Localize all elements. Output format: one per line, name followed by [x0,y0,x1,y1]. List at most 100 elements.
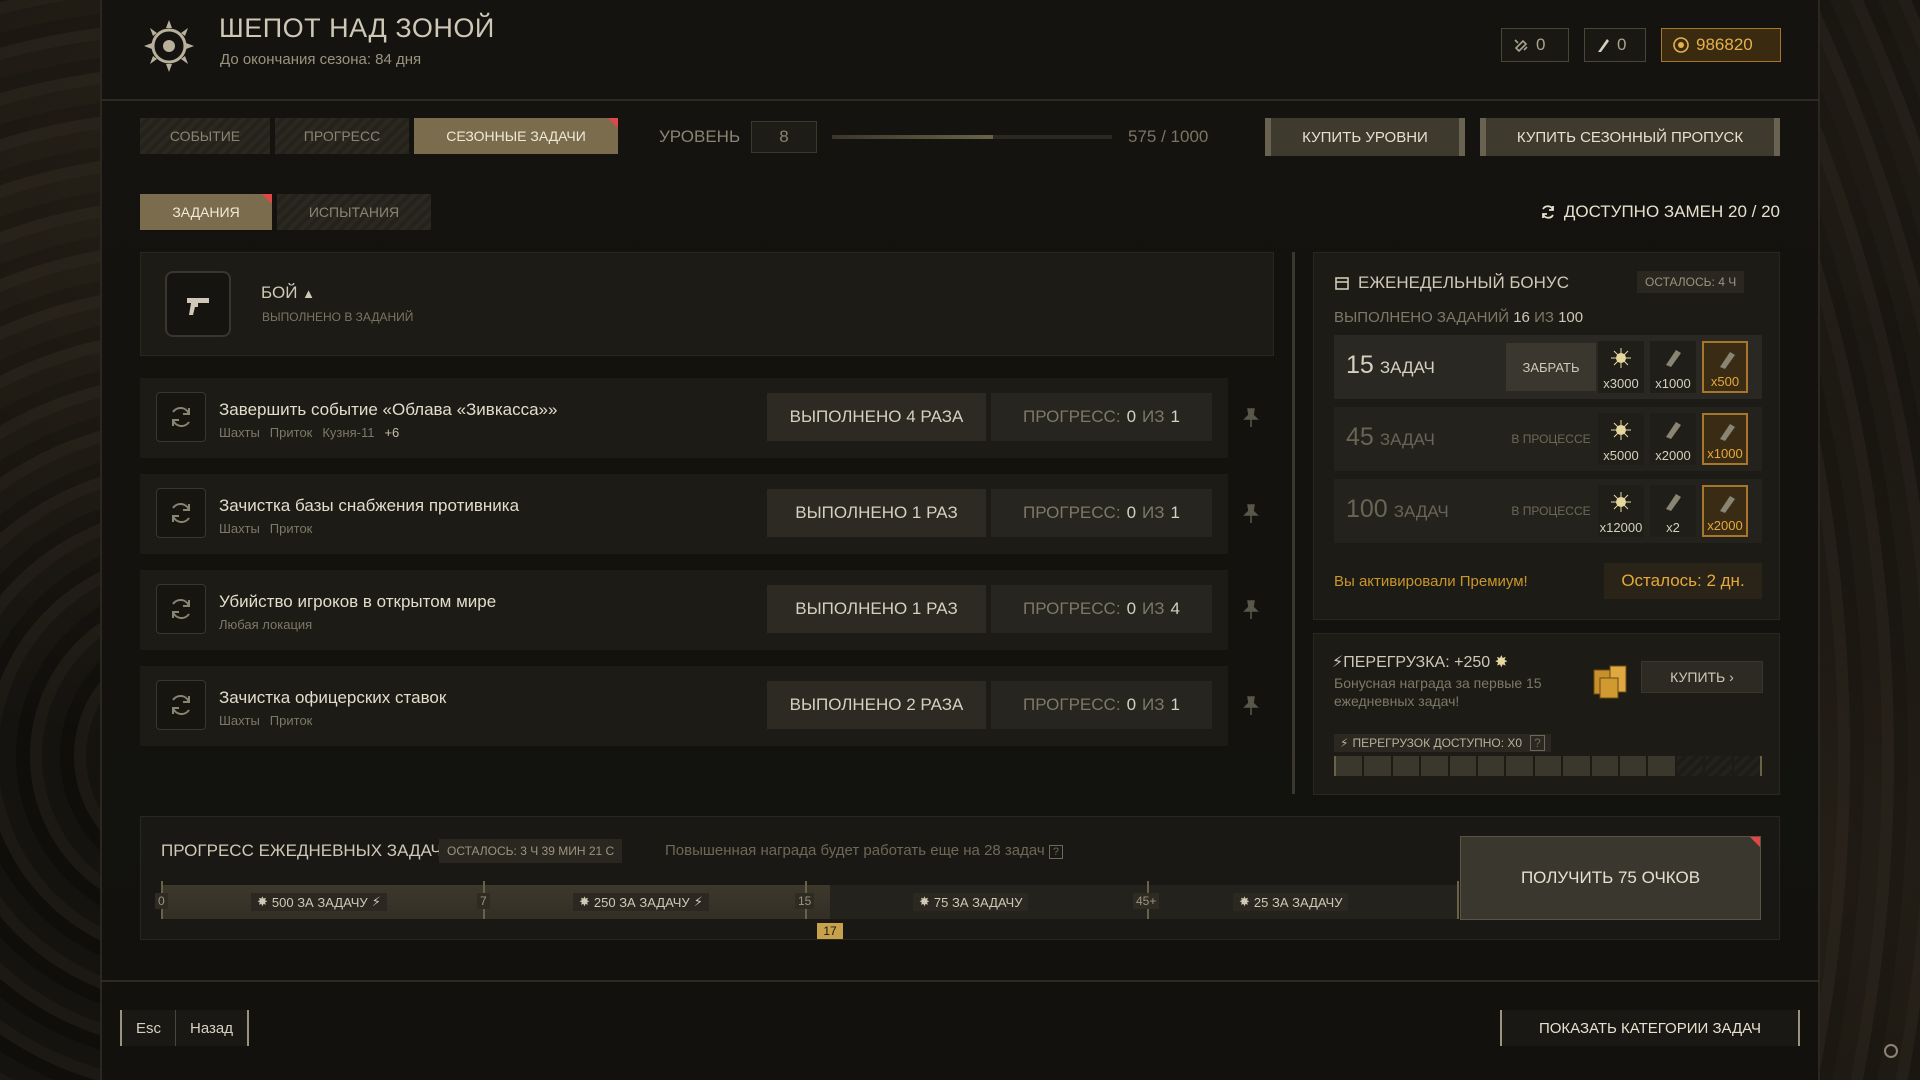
task-row[interactable]: Завершить событие «Облава «Зивкасса»» Ша… [140,378,1228,458]
category-title: БОЙ ▲ [261,283,316,302]
pin-icon[interactable] [1239,694,1263,718]
settings-icon[interactable] [1884,1044,1898,1058]
spark-reward[interactable]: x3000 [1598,341,1644,393]
milestone-0: 0 [155,893,168,909]
show-categories-button[interactable]: ПОКАЗАТЬ КАТЕГОРИИ ЗАДАЧ [1500,1010,1800,1046]
task-locations: Шахты Приток [219,521,312,536]
spark-icon: ✸ [1494,654,1508,671]
replace-task-icon[interactable] [156,488,206,538]
overload-available: ⚡ ПЕРЕГРУЗОК ДОСТУПНО: x0? [1334,734,1551,752]
feather-token-count: 0 [1617,35,1627,54]
overload-segment [1733,756,1761,776]
task-location-tag: Шахты [219,521,260,536]
refresh-icon [1541,205,1554,219]
pin-icon[interactable] [1239,502,1263,526]
token-reward[interactable]: x2 [1650,485,1696,537]
task-progress: ПРОГРЕСС: 0 ИЗ 1 [991,489,1212,537]
divider [100,99,1820,101]
overload-segment [1478,756,1505,776]
link-token-icon [1514,39,1528,53]
task-list-scrollbar[interactable] [1292,252,1295,794]
replace-task-icon[interactable] [156,680,206,730]
overload-segment [1648,756,1675,776]
new-flag [262,194,272,204]
premium-active-message: Вы активировали Премиум! [1334,573,1528,590]
token-reward[interactable]: x500 [1702,341,1748,393]
spark-reward[interactable]: x12000 [1598,485,1644,537]
task-locations: Шахты Приток [219,713,312,728]
task-location-tag: Приток [269,425,313,440]
help-icon[interactable]: ? [1048,845,1064,859]
task-location-tag: Кузня-11 [322,425,375,440]
replace-task-icon[interactable] [156,584,206,634]
overload-description: Бонусная награда за первые 15 ежедневных… [1334,675,1542,709]
subtab-tasks[interactable]: ЗАДАНИЯ [140,194,272,230]
collapse-triangle-icon[interactable]: ▲ [302,286,315,301]
overload-segment [1421,756,1448,776]
daily-note: Повышенная награда будет работать еще на… [665,842,1064,859]
task-row[interactable]: Убийство игроков в открытом мире Любая л… [140,570,1228,650]
level-label: УРОВЕНЬ [659,127,741,146]
pin-icon[interactable] [1239,598,1263,622]
overload-segment [1449,756,1477,776]
overload-segment [1392,756,1420,776]
weekly-tier: 100 ЗАДАЧ В ПРОЦЕССЕ x12000 x2 x2000 [1334,479,1762,543]
replacements-available: ДОСТУПНО ЗАМЕН 20 / 20 [1540,202,1780,222]
token-reward[interactable]: x2000 [1650,413,1696,465]
feather-token-icon [1598,39,1609,52]
tier-count: 45 ЗАДАЧ [1346,423,1435,451]
help-icon[interactable]: ? [1530,735,1545,751]
ammo-crate-icon [1593,665,1627,699]
tab-season-tasks[interactable]: СЕЗОННЫЕ ЗАДАЧИ [414,118,618,154]
tier-status: В ПРОЦЕССЕ [1511,432,1591,446]
reward-tier-250: ✸ 250 ЗА ЗАДАЧУ ⚡ [573,893,709,911]
token-reward[interactable]: x1000 [1650,341,1696,393]
currency-link-tokens: 0 [1501,28,1569,62]
new-flag [1750,837,1760,847]
tab-progress[interactable]: ПРОГРЕСС [275,118,409,154]
task-location-tag: Приток [269,521,313,536]
buy-season-pass-button[interactable]: КУПИТЬ СЕЗОННЫЙ ПРОПУСК [1480,118,1780,156]
token-reward[interactable]: x2000 [1702,485,1748,537]
weekly-tier: 15 ЗАДАЧ ЗАБРАТЬ x3000 x1000 x500 [1334,335,1762,399]
claim-points-button[interactable]: ПОЛУЧИТЬ 75 ОЧКОВ [1460,836,1761,920]
token-reward[interactable]: x1000 [1702,413,1748,465]
weekly-completed: ВЫПОЛНЕНО ЗАДАНИЙ 16 ИЗ 100 [1334,309,1584,326]
overload-segment [1534,756,1562,776]
new-flag [608,118,618,128]
buy-levels-button[interactable]: КУПИТЬ УРОВНИ [1265,118,1465,156]
overload-segment [1336,756,1363,776]
milestone-7: 7 [477,893,490,909]
task-category-combat[interactable]: БОЙ ▲ ВЫПОЛНЕНО В ЗАДАНИЙ [140,252,1274,356]
pin-icon[interactable] [1239,406,1263,430]
tab-season-tasks-label: СЕЗОННЫЕ ЗАДАЧИ [446,128,586,144]
esc-key-button[interactable]: Esc [122,1010,177,1046]
overload-segment [1364,756,1391,776]
task-locations: Шахты Приток Кузня-11 +6 [219,425,399,440]
spark-reward[interactable]: x5000 [1598,413,1644,465]
task-progress: ПРОГРЕСС: 0 ИЗ 4 [991,585,1212,633]
overload-buy-button[interactable]: КУПИТЬ › [1641,661,1763,693]
reward-tier-75: ✸ 75 ЗА ЗАДАЧУ [913,893,1029,911]
claim-tier-button[interactable]: ЗАБРАТЬ [1506,343,1596,391]
coin-icon [1673,37,1689,53]
tier-count: 100 ЗАДАЧ [1346,495,1449,523]
overload-segment [1620,756,1647,776]
task-title: Зачистка базы снабжения противника [219,496,520,515]
task-title: Зачистка офицерских ставок [219,688,447,707]
daily-time-left: ОСТАЛОСЬ: 3 ч 39 мин 21 с [439,839,623,863]
reward-tier-500: ✸ 500 ЗА ЗАДАЧУ ⚡ [251,893,387,911]
tick [1457,881,1459,919]
back-button[interactable]: Назад [176,1010,247,1046]
task-row[interactable]: Зачистка базы снабжения противника Шахты… [140,474,1228,554]
task-progress: ПРОГРЕСС: 0 ИЗ 1 [991,393,1212,441]
reward-tier-25: ✸ 25 ЗА ЗАДАЧУ [1233,893,1349,911]
task-row[interactable]: Зачистка офицерских ставок Шахты Приток В… [140,666,1228,746]
overload-segment [1506,756,1533,776]
more-locations[interactable]: +6 [384,425,399,440]
task-completed-count: ВЫПОЛНЕНО 1 РАЗ [767,489,986,537]
tab-event[interactable]: СОБЫТИЕ [140,118,270,154]
replace-task-icon[interactable] [156,392,206,442]
subtab-challenges[interactable]: ИСПЫТАНИЯ [277,194,431,230]
milestone-45: 45+ [1133,893,1160,909]
